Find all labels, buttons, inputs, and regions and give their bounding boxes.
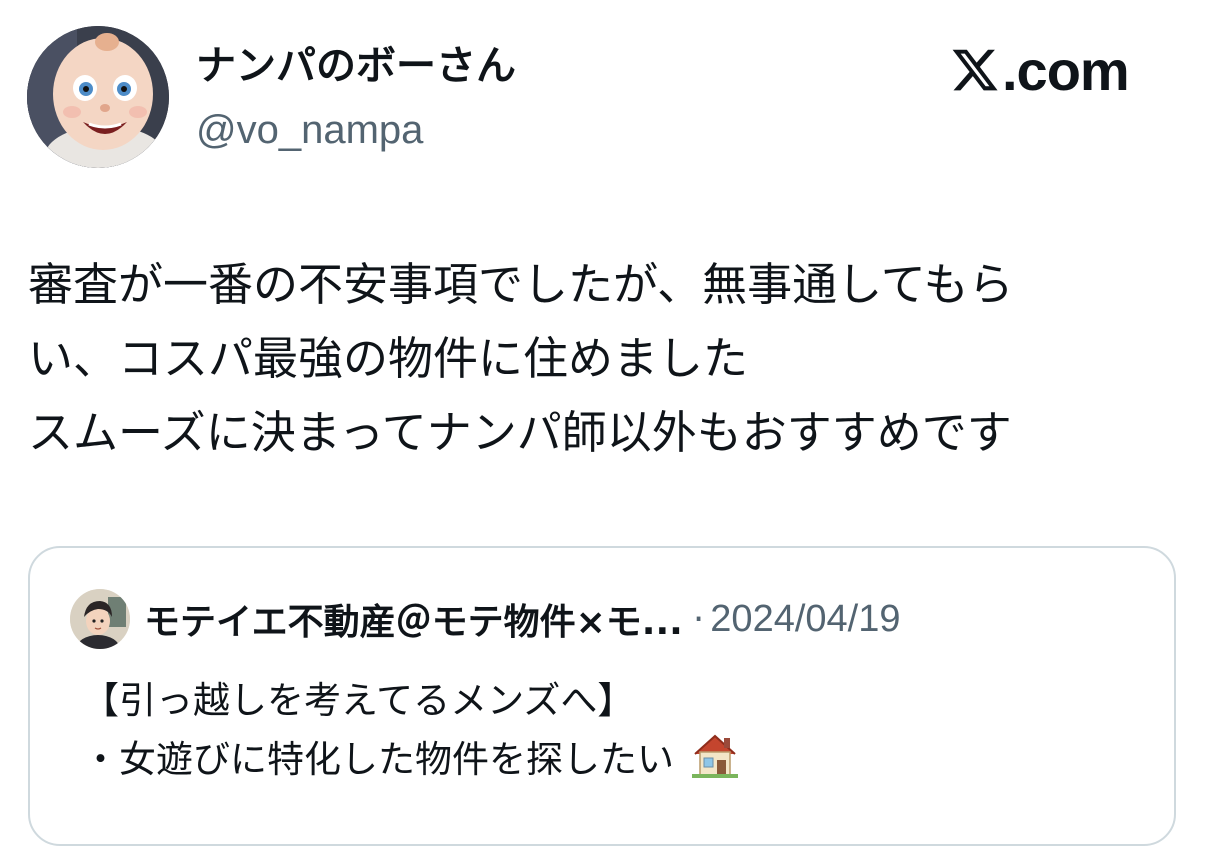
quote-text: 【引っ越しを考えてるメンズへ】 ・女遊びに特化した物件を探したい (82, 672, 740, 797)
anime-man-avatar-icon (70, 589, 130, 649)
quote-date[interactable]: 2024/04/19 (710, 598, 900, 641)
x-logo-icon (952, 49, 998, 91)
quote-line: 【引っ越しを考えてるメンズへ】 (82, 679, 635, 722)
quote-tweet-card[interactable]: モテイエ不動産＠モテ物件×モ... · 2024/04/19 【引っ越しを考えて… (28, 546, 1176, 846)
tweet-line: スムーズに決まってナンパ師以外もおすすめです (28, 406, 1012, 459)
house-icon (690, 730, 740, 797)
quote-header: モテイエ不動産＠モテ物件×モ... · 2024/04/19 (70, 588, 900, 650)
tweet-line: 審査が一番の不安事項でしたが、無事通してもら (28, 258, 1014, 311)
x-com-logo: .com (950, 38, 1130, 102)
author-display-name[interactable]: ナンパのボーさん (196, 40, 516, 92)
tweet-header: ナンパのボーさん @vo_nampa .com (0, 0, 1206, 200)
quote-author-avatar[interactable] (70, 589, 130, 649)
quote-line: ・女遊びに特化した物件を探したい (82, 738, 674, 781)
x-logo-domain: .com (1002, 38, 1130, 102)
author-handle[interactable]: @vo_nampa (196, 104, 423, 156)
tweet-line: い、コスパ最強の物件に住めました (28, 332, 749, 385)
author-avatar[interactable] (27, 26, 169, 168)
quote-author-name[interactable]: モテイエ不動産＠モテ物件×モ... (144, 593, 683, 645)
tweet-text: 審査が一番の不安事項でしたが、無事通してもら い、コスパ最強の物件に住めました … (28, 248, 1178, 470)
quote-separator: · (692, 598, 705, 640)
doll-face-avatar-icon (27, 26, 169, 168)
